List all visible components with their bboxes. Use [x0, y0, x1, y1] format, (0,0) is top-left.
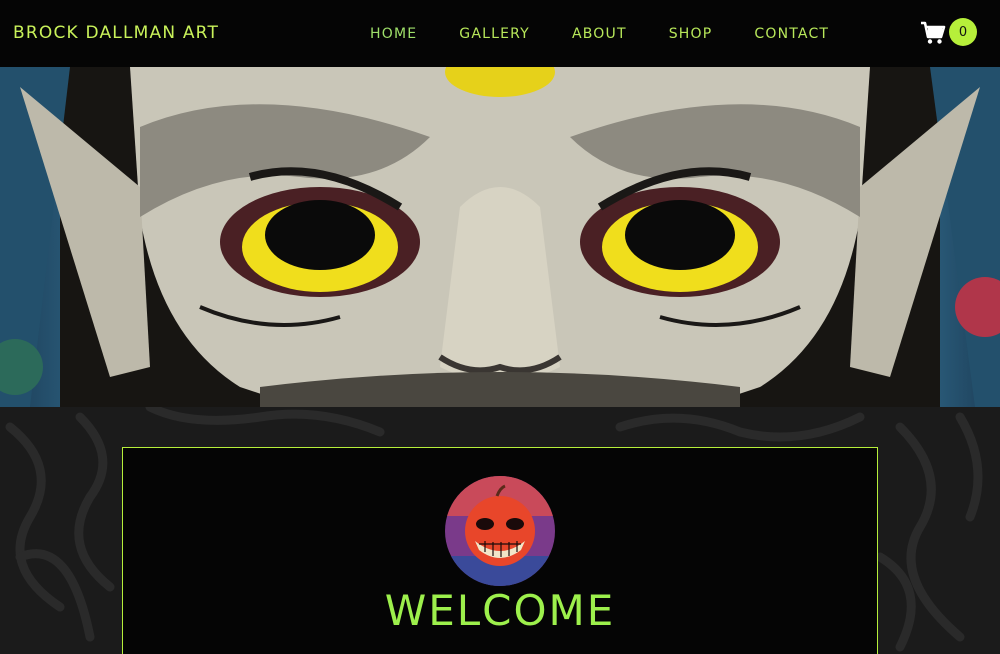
nav-contact[interactable]: CONTACT [754, 26, 829, 42]
nav-gallery[interactable]: GALLERY [459, 26, 530, 42]
cart-button[interactable]: 0 [920, 18, 980, 48]
cart-icon [921, 21, 946, 44]
brand-logo-link[interactable]: BROCK DALLMAN ART [13, 23, 219, 43]
main-nav: HOME GALLERY ABOUT SHOP CONTACT [370, 26, 871, 42]
site-header: BROCK DALLMAN ART HOME GALLERY ABOUT SHO… [0, 0, 1000, 67]
nav-shop[interactable]: SHOP [669, 26, 713, 42]
welcome-card: WELCOME [122, 447, 878, 654]
cart-count-badge: 0 [949, 18, 977, 46]
welcome-section: WELCOME [0, 407, 1000, 654]
hero-banner-image [0, 67, 1000, 407]
nav-home[interactable]: HOME [370, 26, 417, 42]
avatar [445, 476, 555, 586]
welcome-heading: WELCOME [384, 586, 616, 635]
nav-about[interactable]: ABOUT [572, 26, 627, 42]
